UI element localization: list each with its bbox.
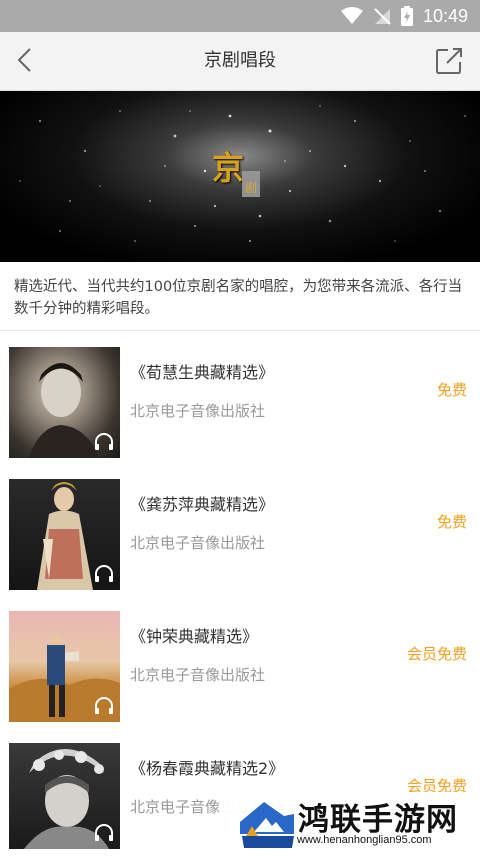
headphones-icon	[95, 433, 113, 450]
album-title: 《荀慧生典藏精选》	[130, 363, 275, 382]
headphones-icon	[95, 824, 113, 841]
headphones-icon	[95, 697, 113, 714]
album-cover	[9, 479, 120, 590]
banner: 京 剧	[0, 91, 480, 262]
headphones-icon	[95, 565, 113, 582]
watermark-logo	[240, 802, 294, 848]
no-signal-icon	[374, 8, 391, 25]
battery-icon	[400, 6, 413, 26]
banner-logo-main: 京	[212, 149, 245, 187]
album-cover	[9, 611, 120, 722]
watermark-url: www.henanhonglian95.com	[297, 834, 432, 846]
album-publisher: 北京电子音像出版社	[130, 402, 266, 420]
list-item[interactable]: 《龚苏萍典藏精选》 北京电子音像出版社 免费	[0, 463, 480, 595]
list-item[interactable]: 《荀慧生典藏精选》 北京电子音像出版社 免费	[0, 331, 480, 463]
share-icon[interactable]	[434, 46, 464, 76]
album-cover	[9, 347, 120, 458]
wifi-icon	[340, 7, 363, 24]
album-publisher: 北京电子音像出版社	[130, 666, 266, 684]
price-badge: 免费	[436, 513, 467, 531]
album-cover	[9, 743, 120, 849]
watermark-title: 鸿联手游网	[298, 802, 458, 838]
status-time: 10:49	[422, 5, 468, 26]
album-title: 《杨春霞典藏精选2》	[130, 759, 285, 778]
album-title: 《龚苏萍典藏精选》	[130, 495, 275, 514]
list-item[interactable]: 《钟荣典藏精选》 北京电子音像出版社 会员免费	[0, 595, 480, 727]
album-publisher: 北京电子音像出版社	[130, 534, 266, 552]
price-badge: 会员免费	[406, 645, 467, 663]
page-title: 京剧唱段	[204, 50, 276, 71]
status-icons: 10:49	[340, 0, 468, 32]
watermark: 鸿联手游网 www.henanhonglian95.com	[220, 792, 478, 853]
album-title: 《钟荣典藏精选》	[130, 627, 259, 646]
nav-bar: 京剧唱段	[0, 32, 480, 91]
intro-description: 精选近代、当代共约100位京剧名家的唱腔，为您带来各流派、各行当数千分钟的精彩唱…	[14, 279, 463, 317]
status-bar: 10:49	[0, 0, 480, 32]
banner-logo-sub: 剧	[242, 171, 260, 197]
price-badge: 免费	[436, 381, 467, 399]
